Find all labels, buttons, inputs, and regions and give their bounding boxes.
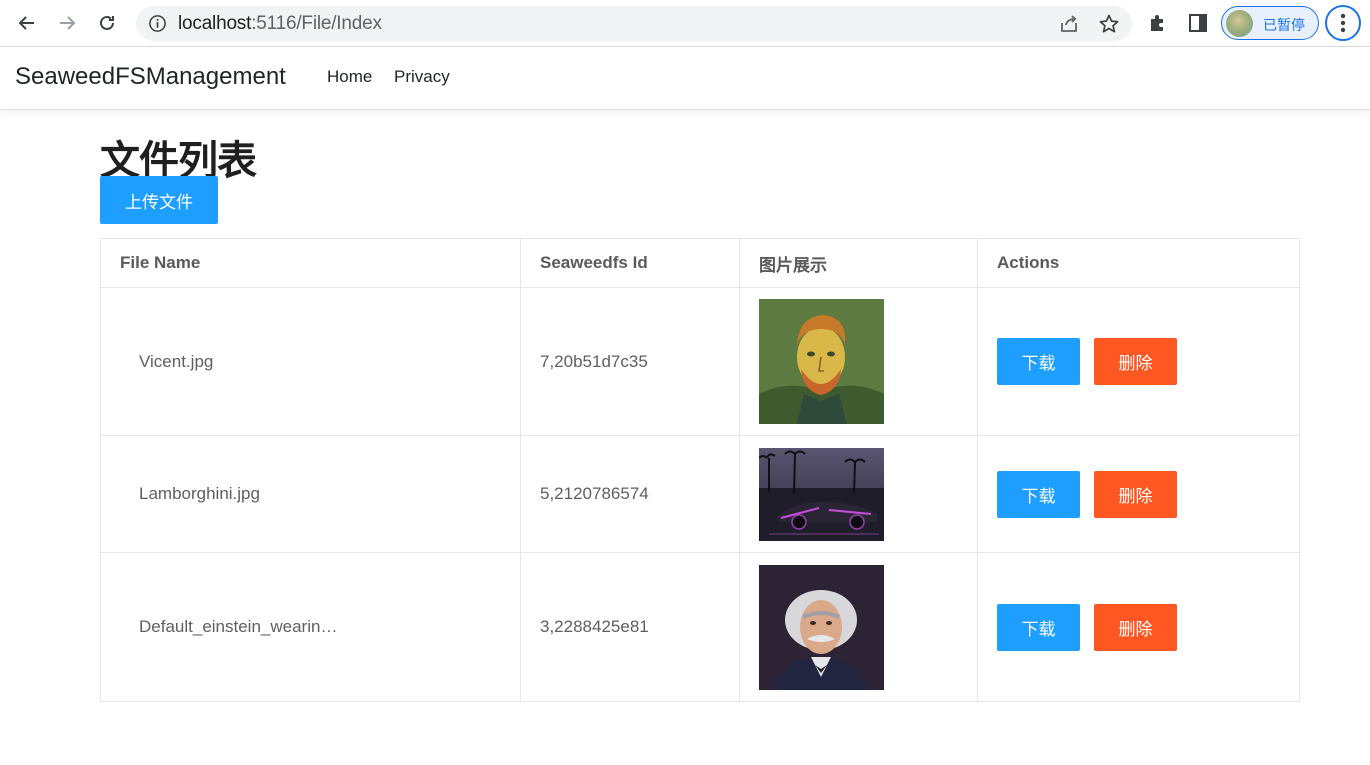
file-name-cell: Lamborghini.jpg [100, 435, 521, 553]
share-icon[interactable] [1058, 13, 1080, 35]
url-host: localhost [178, 13, 252, 34]
lamborghini-thumbnail [759, 447, 884, 541]
delete-button[interactable]: 删除 [1094, 338, 1177, 385]
delete-button[interactable]: 删除 [1094, 470, 1177, 518]
site-info-icon[interactable] [148, 14, 167, 33]
download-button[interactable]: 下载 [997, 338, 1080, 385]
image-preview-cell [739, 435, 978, 553]
url-path: :5116/File/Index [251, 13, 382, 34]
address-bar[interactable]: localhost:5116/File/Index [136, 6, 1132, 41]
upload-file-button[interactable]: 上传文件 [100, 176, 218, 224]
browser-menu-icon[interactable] [1325, 5, 1361, 41]
file-name-cell: Vicent.jpg [100, 287, 521, 436]
extensions-icon[interactable] [1147, 12, 1169, 34]
einstein-thumbnail [759, 564, 884, 690]
back-icon[interactable] [12, 8, 42, 38]
header-file-name: File Name [100, 238, 521, 288]
profile-button[interactable]: 已暂停 [1221, 6, 1319, 40]
download-button[interactable]: 下载 [997, 603, 1080, 651]
seaweedfs-id-cell: 7,20b51d7c35 [520, 287, 740, 436]
header-image-preview: 图片展示 [739, 238, 978, 288]
avatar [1226, 10, 1253, 37]
header-seaweedfs-id: Seaweedfs Id [520, 238, 740, 288]
profile-status-label: 已暂停 [1263, 18, 1305, 34]
seaweedfs-id-cell: 5,2120786574 [520, 435, 740, 553]
table-row: Default_einstein_wearin… 3,2288425e81 下载… [100, 552, 1300, 702]
side-panel-icon[interactable] [1187, 12, 1209, 34]
delete-button[interactable]: 删除 [1094, 603, 1177, 651]
actions-cell: 下载 删除 [977, 435, 1300, 553]
table-row: Vicent.jpg 7,20b51d7c35 下载 删除 [100, 287, 1300, 436]
nav-link-home[interactable]: Home [327, 67, 372, 87]
header-actions: Actions [977, 238, 1300, 288]
seaweedfs-id-cell: 3,2288425e81 [520, 552, 740, 702]
reload-icon[interactable] [92, 8, 122, 38]
nav-link-privacy[interactable]: Privacy [394, 67, 450, 87]
table-header-row: File Name Seaweedfs Id 图片展示 Actions [100, 238, 1300, 288]
actions-cell: 下载 删除 [977, 552, 1300, 702]
brand-link[interactable]: SeaweedFSManagement [15, 63, 286, 91]
actions-cell: 下载 删除 [977, 287, 1300, 436]
app-navbar: SeaweedFSManagement Home Privacy [0, 47, 1370, 110]
download-button[interactable]: 下载 [997, 470, 1080, 518]
image-preview-cell [739, 287, 978, 436]
bookmark-star-icon[interactable] [1098, 13, 1120, 35]
forward-icon[interactable] [52, 8, 82, 38]
browser-toolbar: localhost:5116/File/Index 已暂停 [0, 0, 1370, 47]
file-name-cell: Default_einstein_wearin… [100, 552, 521, 702]
url-text[interactable]: localhost:5116/File/Index [178, 13, 382, 35]
file-table: File Name Seaweedfs Id 图片展示 Actions Vice… [100, 238, 1300, 702]
image-preview-cell [739, 552, 978, 702]
van-gogh-thumbnail [759, 299, 884, 424]
table-row: Lamborghini.jpg 5,2120786574 下载 删除 [100, 435, 1300, 553]
